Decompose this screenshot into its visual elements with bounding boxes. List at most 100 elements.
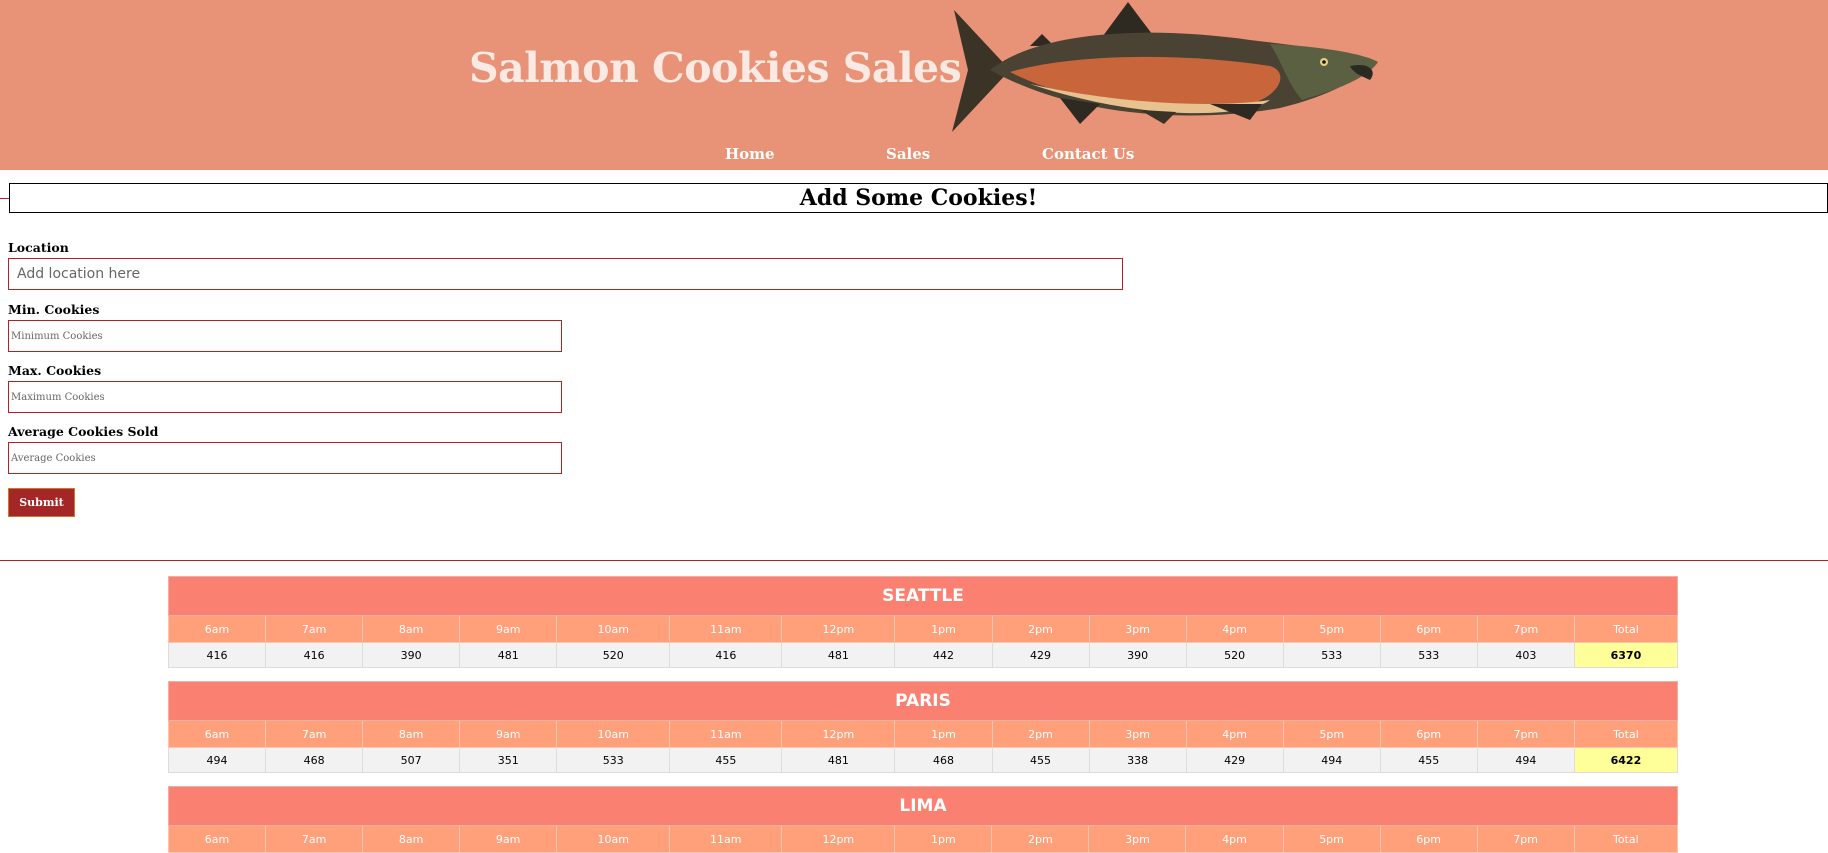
sales-table-lima: LIMA 6am 7am 8am 9am 10am 11am 12pm 1pm 2pm 3pm 4pm… xyxy=(167,786,1679,853)
hour-header: Total xyxy=(1573,720,1679,748)
hour-header: 6am xyxy=(167,720,267,748)
site-title: Salmon Cookies Sales xyxy=(469,44,962,92)
sales-cell: 468 xyxy=(265,747,364,773)
min-cookies-input[interactable] xyxy=(8,320,562,352)
sales-cell: 507 xyxy=(362,747,461,773)
location-label: Location xyxy=(8,240,69,255)
hour-header: 9am xyxy=(459,615,558,643)
sales-table-paris: PARIS 6am 7am 8am 9am 10am 11am 12pm 1pm 2pm 3pm 4p… xyxy=(167,681,1679,773)
sales-cell: 429 xyxy=(991,642,1090,668)
sales-cell: 481 xyxy=(459,642,558,668)
hour-header: 6pm xyxy=(1379,615,1478,643)
hour-header: 8am xyxy=(362,825,461,853)
sales-cell: 416 xyxy=(167,642,267,668)
sales-table-seattle: SEATTLE 6am 7am 8am 9am 10am 11am 12pm 1pm 2pm 3pm… xyxy=(167,576,1679,668)
max-cookies-label: Max. Cookies xyxy=(8,363,102,378)
hour-header: 8am xyxy=(362,615,461,643)
hour-header: 3pm xyxy=(1088,825,1187,853)
hour-header: 1pm xyxy=(894,720,993,748)
nav-contact-link[interactable]: Contact Us xyxy=(1042,145,1134,163)
hour-header: 7am xyxy=(265,615,364,643)
salmon-image xyxy=(952,2,1378,132)
hour-header: 10am xyxy=(556,825,671,853)
city-name: LIMA xyxy=(168,786,1678,826)
sales-cell: 520 xyxy=(556,642,671,668)
sales-cell: 455 xyxy=(1379,747,1478,773)
hour-header: 4pm xyxy=(1185,720,1284,748)
sales-cell: 403 xyxy=(1476,642,1575,668)
hour-header: Total xyxy=(1573,615,1679,643)
sales-cell: 520 xyxy=(1185,642,1284,668)
total-cell: 6422 xyxy=(1573,747,1679,773)
sales-cell: 533 xyxy=(1379,642,1478,668)
hour-header: 7am xyxy=(265,825,364,853)
sales-cell: 494 xyxy=(1476,747,1575,773)
hour-header: 12pm xyxy=(781,825,896,853)
hour-header: 5pm xyxy=(1282,825,1381,853)
table-row: 416 416 390 481 520 416 481 442 429 390 520 533 533 4… xyxy=(167,642,1679,668)
hours-row: 6am 7am 8am 9am 10am 11am 12pm 1pm 2pm 3pm 4pm 5pm 6… xyxy=(167,720,1679,748)
hour-header: 6am xyxy=(167,825,267,853)
max-cookies-input[interactable] xyxy=(8,381,562,413)
avg-cookies-input[interactable] xyxy=(8,442,562,474)
hour-header: 3pm xyxy=(1088,720,1187,748)
sales-cell: 481 xyxy=(781,642,896,668)
sales-cell: 533 xyxy=(1282,642,1381,668)
hour-header: 6pm xyxy=(1379,720,1478,748)
hour-header: 7pm xyxy=(1476,720,1575,748)
sales-cell: 533 xyxy=(556,747,671,773)
nav-sales-link[interactable]: Sales xyxy=(886,145,930,163)
city-name: PARIS xyxy=(168,681,1678,721)
hour-header: 12pm xyxy=(781,720,896,748)
sales-cell: 494 xyxy=(1282,747,1381,773)
hour-header: 2pm xyxy=(991,615,1090,643)
hour-header: 9am xyxy=(459,825,558,853)
hour-header: 10am xyxy=(556,720,671,748)
nav-home-link[interactable]: Home xyxy=(725,145,775,163)
hour-header: 1pm xyxy=(894,615,993,643)
hour-header: 5pm xyxy=(1282,615,1381,643)
hour-header: 1pm xyxy=(894,825,993,853)
form-heading: Add Some Cookies! xyxy=(9,183,1828,213)
city-name: SEATTLE xyxy=(168,576,1678,616)
sales-cell: 494 xyxy=(167,747,267,773)
hour-header: 6am xyxy=(167,615,267,643)
hour-header: 11am xyxy=(669,720,783,748)
sales-cell: 468 xyxy=(894,747,993,773)
total-cell: 6370 xyxy=(1573,642,1679,668)
hours-row: 6am 7am 8am 9am 10am 11am 12pm 1pm 2pm 3pm 4pm 5pm 6… xyxy=(167,615,1679,643)
min-cookies-label: Min. Cookies xyxy=(8,302,100,317)
submit-button[interactable]: Submit xyxy=(8,488,75,517)
hour-header: 6pm xyxy=(1379,825,1478,853)
hour-header: 3pm xyxy=(1088,615,1187,643)
sales-cell: 481 xyxy=(781,747,896,773)
hours-row: 6am 7am 8am 9am 10am 11am 12pm 1pm 2pm 3pm 4pm 5pm 6… xyxy=(167,825,1679,853)
main-nav: Home Sales Contact Us xyxy=(0,145,1828,165)
hour-header: 11am xyxy=(669,615,783,643)
hour-header: 2pm xyxy=(991,720,1090,748)
hour-header: 4pm xyxy=(1185,615,1284,643)
sales-cell: 390 xyxy=(1088,642,1187,668)
hour-header: Total xyxy=(1573,825,1679,853)
hour-header: 7pm xyxy=(1476,615,1575,643)
sales-cell: 351 xyxy=(459,747,558,773)
sales-cell: 416 xyxy=(265,642,364,668)
sales-cell: 455 xyxy=(669,747,783,773)
hour-header: 12pm xyxy=(781,615,896,643)
sales-cell: 455 xyxy=(991,747,1090,773)
hour-header: 9am xyxy=(459,720,558,748)
avg-cookies-label: Average Cookies Sold xyxy=(8,424,159,439)
table-row: 494 468 507 351 533 455 481 468 455 338 429 494 455 4… xyxy=(167,747,1679,773)
hour-header: 11am xyxy=(669,825,783,853)
hour-header: 2pm xyxy=(991,825,1090,853)
hour-header: 5pm xyxy=(1282,720,1381,748)
section-divider xyxy=(0,560,1828,561)
hour-header: 4pm xyxy=(1185,825,1284,853)
hour-header: 8am xyxy=(362,720,461,748)
hour-header: 10am xyxy=(556,615,671,643)
sales-cell: 338 xyxy=(1088,747,1187,773)
decorative-line xyxy=(0,198,9,199)
location-input[interactable] xyxy=(8,258,1123,290)
hour-header: 7am xyxy=(265,720,364,748)
sales-cell: 442 xyxy=(894,642,993,668)
